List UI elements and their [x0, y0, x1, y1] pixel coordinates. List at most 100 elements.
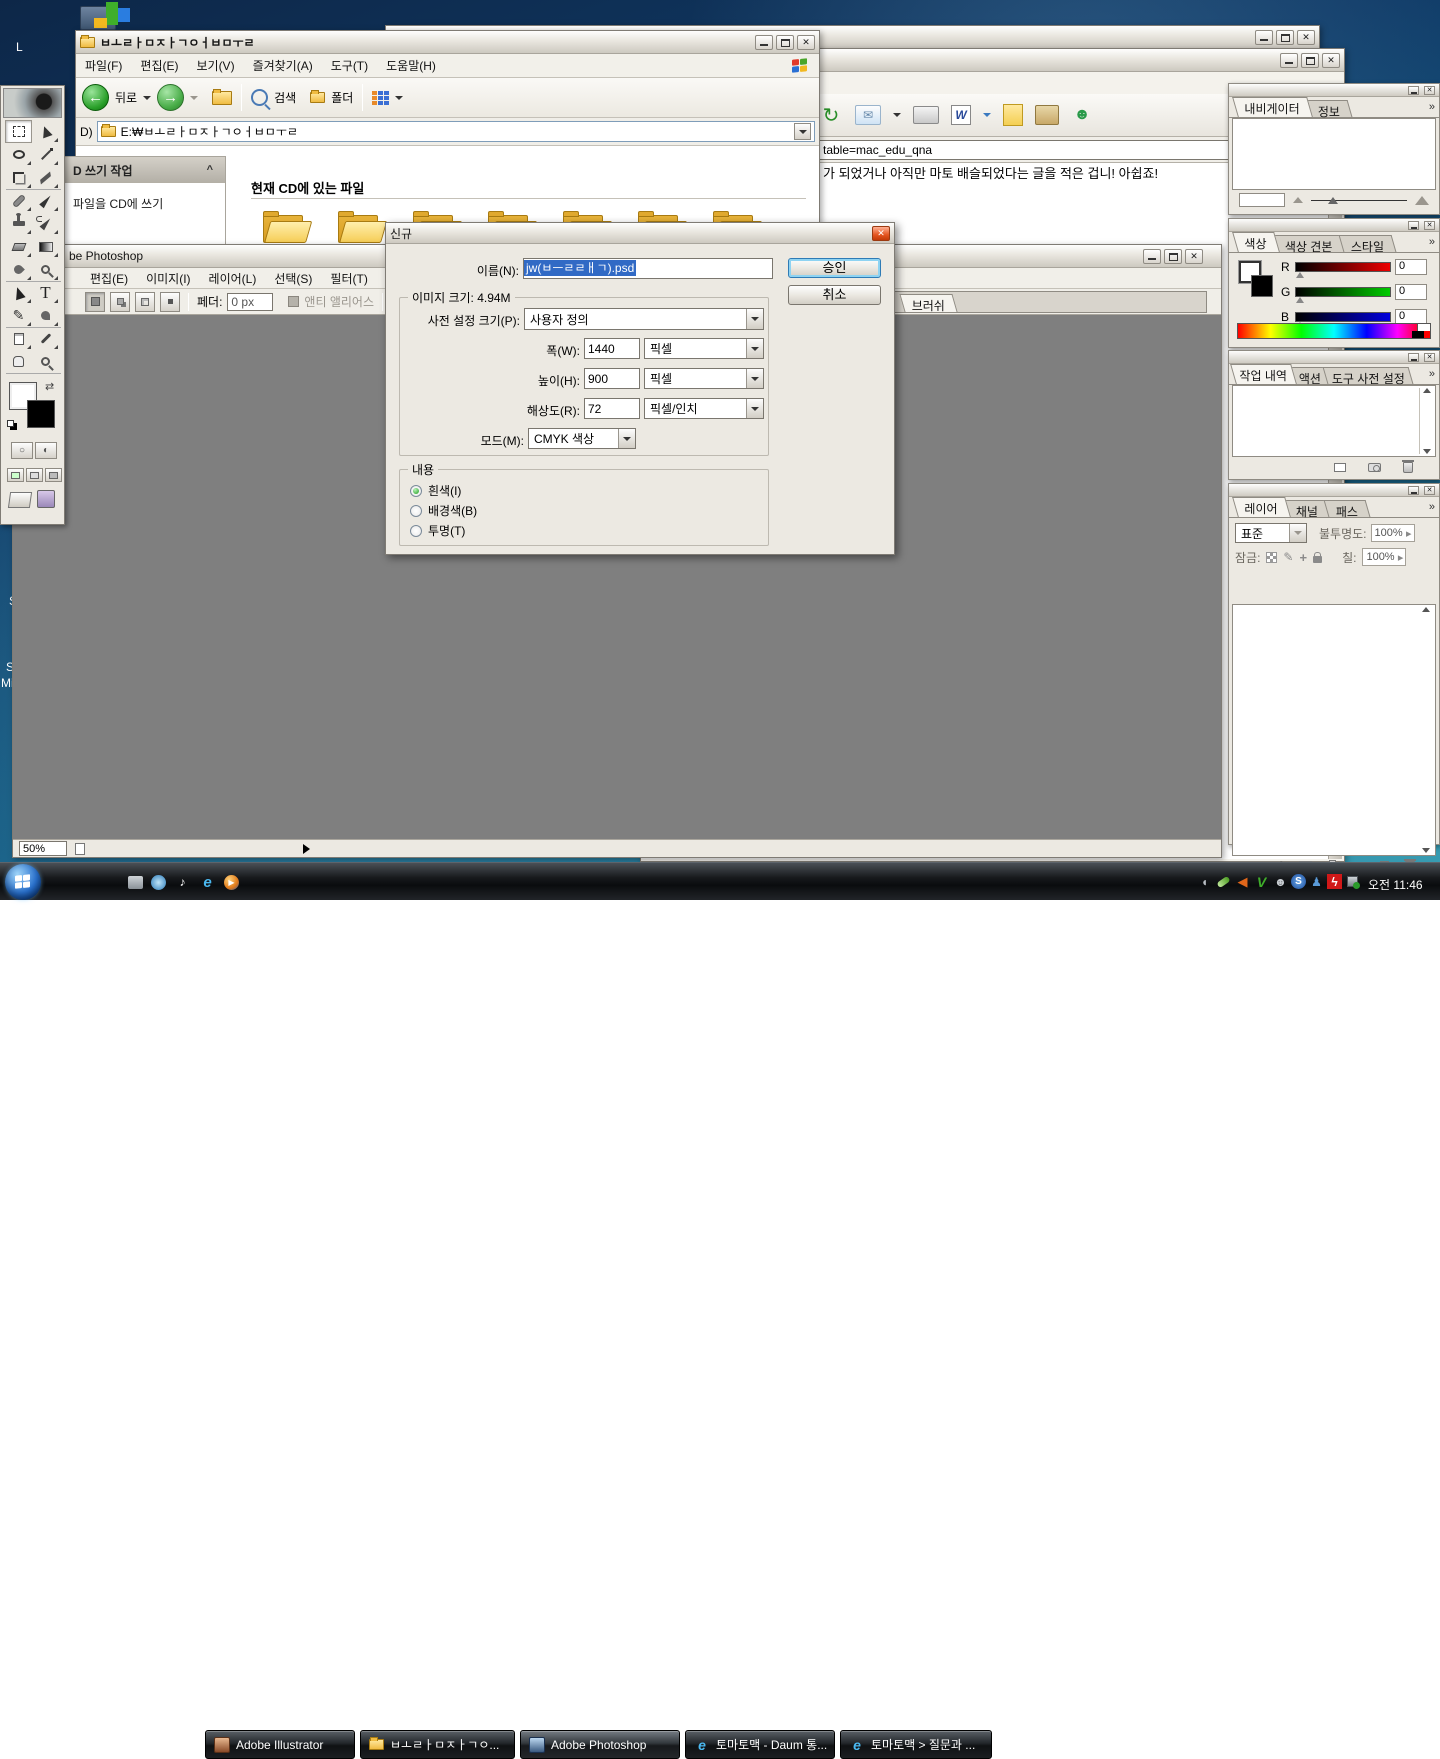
tray-volume-icon[interactable]: ◖ [1196, 873, 1213, 890]
up-folder-icon[interactable] [212, 91, 232, 105]
slice-tool[interactable] [32, 166, 59, 189]
zoom-out-icon[interactable] [1293, 197, 1303, 203]
history-list[interactable] [1232, 385, 1436, 457]
menu-view[interactable]: 보기(V) [187, 54, 243, 77]
red-value[interactable]: 0 [1395, 259, 1427, 275]
new-snapshot-icon[interactable] [1368, 463, 1381, 472]
media-note-icon[interactable]: ♪ [174, 874, 191, 891]
refresh-icon[interactable]: ↻ [819, 103, 843, 127]
magic-wand-tool[interactable] [32, 143, 59, 166]
resolution-unit-select[interactable]: 픽셀/인치 [644, 398, 764, 419]
start-button[interactable] [5, 864, 41, 900]
standard-mode-button[interactable]: ○ [11, 442, 33, 459]
document-info-icon[interactable] [75, 843, 85, 855]
feather-input[interactable] [227, 293, 273, 311]
move-tool[interactable] [32, 120, 59, 143]
opacity-field[interactable]: 100%▸ [1371, 524, 1415, 542]
tray-ghost-icon[interactable]: ☻ [1272, 873, 1289, 890]
green-slider[interactable] [1295, 287, 1391, 297]
menu-favorites[interactable]: 즐겨찾기(A) [244, 54, 322, 77]
menu-help[interactable]: 도움말(H) [377, 54, 445, 77]
zoom-in-icon[interactable] [1415, 196, 1429, 205]
tab-swatches[interactable]: 색상 견본 [1273, 235, 1345, 252]
gradient-tool[interactable] [32, 235, 59, 258]
panel-titlebar[interactable]: ✕ [1229, 219, 1439, 232]
radio-background[interactable] [410, 505, 422, 517]
screen-mode-full-menubar-button[interactable] [26, 468, 43, 482]
back-icon[interactable]: ← [82, 84, 109, 111]
preset-select[interactable]: 사용자 정의 [524, 308, 764, 330]
width-input[interactable] [584, 338, 640, 359]
search-label[interactable]: 검색 [274, 89, 296, 106]
dodge-tool[interactable] [32, 258, 59, 281]
red-slider[interactable] [1295, 262, 1391, 272]
panel-titlebar[interactable]: ✕ [1229, 84, 1439, 97]
fill-field[interactable]: 100%▸ [1362, 548, 1406, 566]
minimize-button[interactable] [1280, 53, 1298, 68]
taskbar-button-ie1[interactable]: e 토마토맥 - Daum 통... [685, 1730, 835, 1759]
status-expand-icon[interactable] [303, 844, 310, 854]
close-icon[interactable]: ✕ [872, 226, 890, 241]
close-icon[interactable]: ✕ [1424, 221, 1435, 230]
history-brush-tool[interactable] [32, 212, 59, 235]
minimize-icon[interactable] [1408, 486, 1419, 495]
close-button[interactable]: ✕ [1297, 30, 1315, 45]
panel-menu-icon[interactable]: » [1429, 368, 1435, 380]
taskbar-button-ie2[interactable]: e 토마토맥 > 질문과 ... [840, 1730, 992, 1759]
tab-tool-presets[interactable]: 도구 사전 설정 [1322, 367, 1413, 384]
tray-update-icon[interactable] [1344, 873, 1361, 890]
maximize-button[interactable] [1301, 53, 1319, 68]
ie-icon[interactable]: e [199, 874, 216, 891]
selection-subtract-icon[interactable] [135, 292, 155, 312]
tray-v3-icon[interactable]: V [1253, 873, 1270, 890]
zoom-slider-thumb[interactable] [1328, 197, 1338, 204]
tray-s-icon[interactable]: S [1291, 874, 1306, 889]
dialog-titlebar[interactable]: 신규 ✕ [386, 223, 894, 244]
quick-launch-icon[interactable] [151, 875, 166, 890]
cd-task-item[interactable]: 파일을 CD에 쓰기 [65, 183, 225, 224]
maximize-button[interactable] [776, 35, 794, 50]
marquee-tool[interactable] [5, 120, 32, 143]
tray-power-icon[interactable]: ϟ [1327, 874, 1342, 889]
swap-colors-icon[interactable]: ⇄ [45, 380, 54, 393]
print-icon[interactable] [913, 106, 939, 124]
notes-tool[interactable] [5, 327, 32, 350]
crop-tool[interactable] [5, 166, 32, 189]
radio-transparent-row[interactable]: 투명(T) [410, 522, 465, 539]
tab-layers[interactable]: 레이어 [1232, 497, 1291, 517]
edit-dropdown-icon[interactable] [983, 113, 991, 117]
background-swatch[interactable] [1251, 275, 1273, 297]
panel-titlebar[interactable]: ✕ [1229, 484, 1439, 497]
background-color-swatch[interactable] [27, 400, 55, 428]
radio-white[interactable] [410, 485, 422, 497]
resolution-input[interactable] [584, 398, 640, 419]
folder-item[interactable] [336, 210, 382, 246]
new-document-from-state-icon[interactable] [1334, 463, 1346, 472]
screen-mode-full-button[interactable] [45, 468, 62, 482]
panel-menu-icon[interactable]: » [1429, 236, 1435, 248]
blend-mode-select[interactable]: 표준 [1235, 523, 1307, 543]
tab-color[interactable]: 색상 [1232, 232, 1280, 252]
panel-menu-icon[interactable]: » [1429, 501, 1435, 513]
explorer-titlebar[interactable]: ㅂㅗㄹㅏㅁㅈㅏㄱㅇㅓㅂㅁㅜㄹ ✕ [76, 31, 819, 54]
selection-new-icon[interactable] [85, 292, 105, 312]
notes-icon[interactable] [1003, 104, 1023, 126]
mode-select[interactable]: CMYK 색상 [528, 428, 636, 449]
healing-brush-tool[interactable] [5, 189, 32, 212]
width-unit-select[interactable]: 픽셀 [644, 338, 764, 359]
mail-icon[interactable]: ✉ [855, 105, 881, 125]
folders-label[interactable]: 폴더 [331, 89, 353, 106]
brushes-palette-tab[interactable]: 브러쉬 [899, 294, 957, 312]
screen-mode-standard-button[interactable] [7, 468, 24, 482]
messenger-icon[interactable]: ☻ [1071, 104, 1093, 126]
tab-info[interactable]: 정보 [1306, 100, 1353, 117]
back-label[interactable]: 뒤로 [115, 89, 137, 106]
history-scrollbar[interactable] [1419, 388, 1433, 454]
address-dropdown-icon[interactable] [794, 123, 811, 140]
back-dropdown-icon[interactable] [143, 96, 151, 100]
maximize-button[interactable] [1164, 249, 1182, 264]
close-button[interactable]: ✕ [1185, 249, 1203, 264]
clock[interactable]: 오전 11:46 [1368, 876, 1423, 893]
tab-history[interactable]: 작업 내역 [1230, 364, 1296, 384]
brush-tool[interactable] [32, 189, 59, 212]
